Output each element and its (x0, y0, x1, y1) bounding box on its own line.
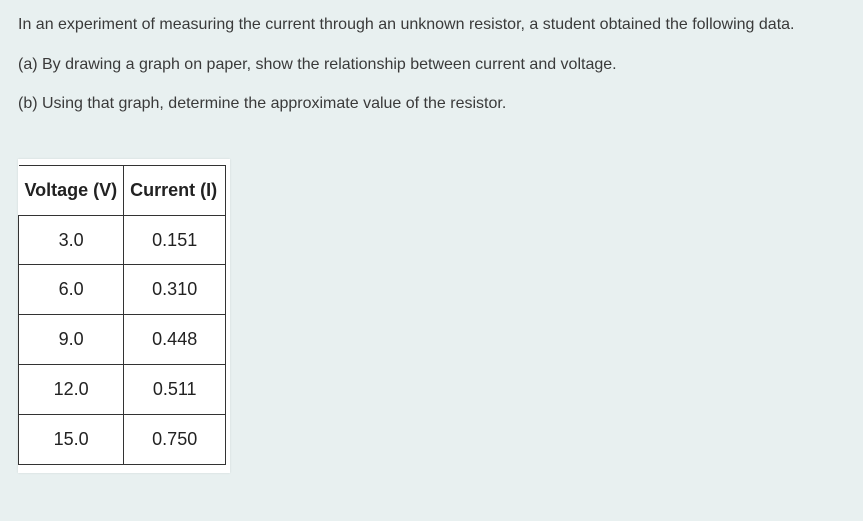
cell-voltage: 3.0 (19, 215, 124, 265)
cell-current: 0.151 (124, 215, 226, 265)
cell-current: 0.750 (124, 414, 226, 464)
header-voltage: Voltage (V) (19, 165, 124, 215)
question-part-a: (a) By drawing a graph on paper, show th… (18, 52, 845, 78)
data-table: Voltage (V) Current (I) 3.0 0.151 6.0 0.… (18, 165, 226, 465)
table-row: 9.0 0.448 (19, 315, 226, 365)
cell-voltage: 9.0 (19, 315, 124, 365)
cell-voltage: 12.0 (19, 364, 124, 414)
table-row: 6.0 0.310 (19, 265, 226, 315)
table-row: 12.0 0.511 (19, 364, 226, 414)
cell-voltage: 15.0 (19, 414, 124, 464)
table-header-row: Voltage (V) Current (I) (19, 165, 226, 215)
data-table-container: Voltage (V) Current (I) 3.0 0.151 6.0 0.… (18, 159, 230, 473)
table-row: 3.0 0.151 (19, 215, 226, 265)
question-part-b: (b) Using that graph, determine the appr… (18, 91, 845, 117)
cell-current: 0.448 (124, 315, 226, 365)
question-intro: In an experiment of measuring the curren… (18, 12, 845, 38)
table-row: 15.0 0.750 (19, 414, 226, 464)
header-current: Current (I) (124, 165, 226, 215)
cell-current: 0.310 (124, 265, 226, 315)
question-block: In an experiment of measuring the curren… (18, 12, 845, 117)
cell-current: 0.511 (124, 364, 226, 414)
cell-voltage: 6.0 (19, 265, 124, 315)
